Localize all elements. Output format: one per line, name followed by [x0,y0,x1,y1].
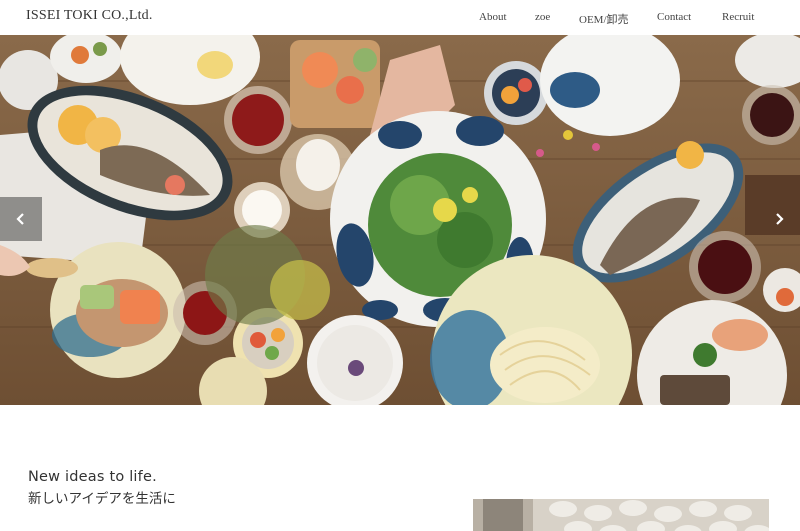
intro-title-jp: 新しいアイデアを生活に [28,491,176,507]
intro-title-en: New ideas to life. [28,469,157,485]
cups-photo [473,499,769,531]
nav-oem-link[interactable]: OEM/卸売 [579,11,629,27]
nav-about-link[interactable]: About [479,11,507,23]
site-header: ISSEI TOKI CO.,Ltd. About zoe OEM/卸売 Con… [0,0,800,35]
nav-contact-link[interactable]: Contact [657,11,691,23]
intro-image [473,499,769,531]
chevron-right-icon [776,213,784,225]
hero-slider [0,35,800,405]
site-logo[interactable]: ISSEI TOKI CO.,Ltd. [26,8,153,24]
intro-heading: New ideas to life. 新しいアイデアを生活に [28,469,176,507]
slider-prev-button[interactable] [0,197,42,241]
nav-zoe-link[interactable]: zoe [535,11,550,23]
chevron-left-icon [16,213,24,225]
hero-image [0,35,800,405]
slider-next-button[interactable] [758,197,800,241]
nav-recruit-link[interactable]: Recruit [722,11,754,23]
